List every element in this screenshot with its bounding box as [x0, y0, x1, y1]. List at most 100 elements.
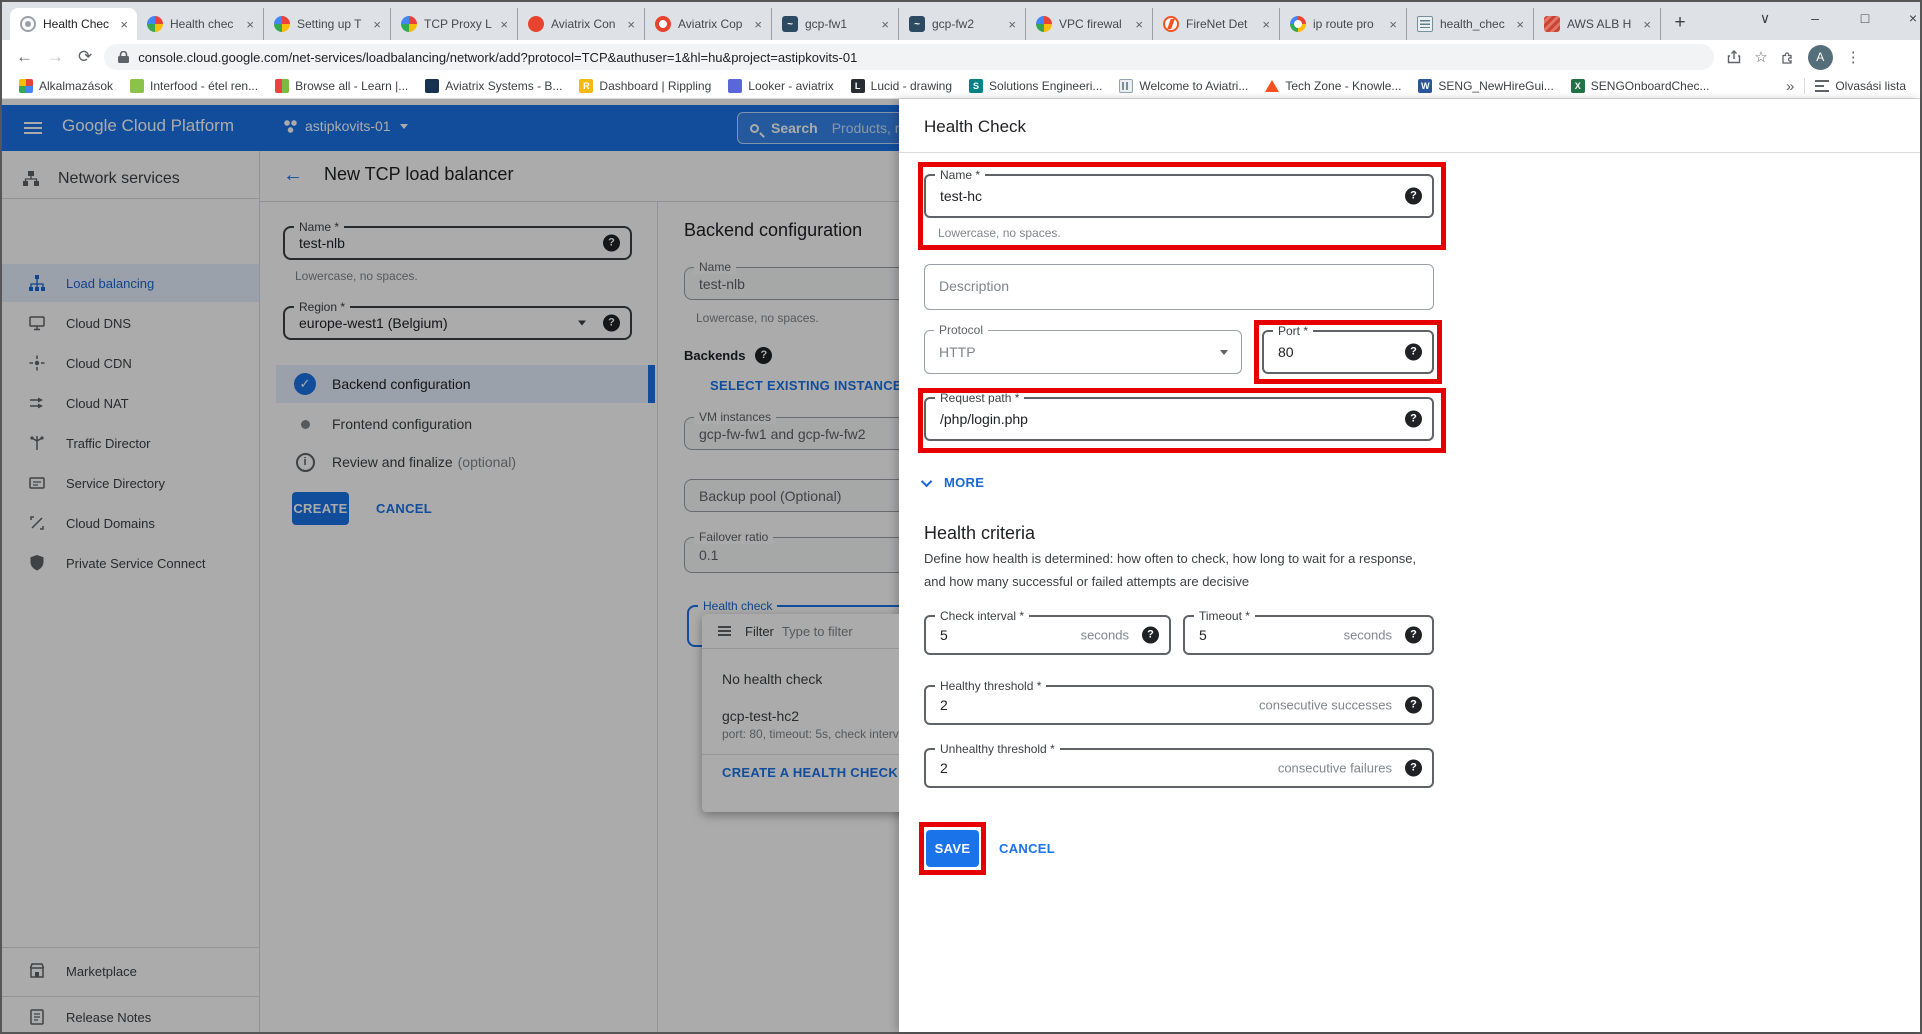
firenet-favicon	[1163, 16, 1179, 32]
gcp-console: Google Cloud Platform astipkovits-01 Sea…	[2, 99, 899, 1032]
hc-timeout-suffix: seconds	[1344, 628, 1392, 643]
help-icon[interactable]: ?	[1405, 697, 1422, 714]
chevron-down-icon	[921, 475, 932, 486]
aviatrix-favicon	[528, 16, 544, 32]
help-icon[interactable]: ?	[1405, 627, 1422, 644]
reading-list-button[interactable]: Olvasási lista	[1815, 79, 1906, 93]
bookmark-item[interactable]: Welcome to Aviatri...	[1119, 79, 1248, 93]
back-icon[interactable]: ←	[16, 47, 33, 67]
browser-tab[interactable]: Setting up T×	[264, 8, 391, 40]
browser-tab[interactable]: health_chec×	[1407, 8, 1534, 40]
cancel-button[interactable]: CANCEL	[999, 830, 1055, 867]
bookmark-item[interactable]: RDashboard | Rippling	[579, 79, 711, 93]
tab-close-icon[interactable]: ×	[878, 17, 892, 32]
browser-menu-icon[interactable]: ⋮	[1846, 48, 1861, 66]
tab-label: FireNet Det	[1186, 17, 1259, 31]
maximize-icon[interactable]: □	[1842, 2, 1888, 36]
save-button[interactable]: SAVE	[926, 830, 979, 867]
browser-tab[interactable]: Health Chec×	[10, 8, 137, 40]
browser-tab[interactable]: Health chec×	[137, 8, 264, 40]
page-content: Google Cloud Platform astipkovits-01 Sea…	[2, 99, 1920, 1032]
techzone-icon	[1265, 80, 1279, 92]
minimize-icon[interactable]: –	[1792, 2, 1838, 36]
hc-name-field[interactable]: Name * test-hc ?	[924, 174, 1434, 218]
hc-protocol-select[interactable]: Protocol HTTP	[924, 330, 1242, 374]
new-tab-button[interactable]: +	[1666, 10, 1694, 38]
tab-close-icon[interactable]: ×	[117, 17, 131, 32]
hc-request-path-field[interactable]: Request path * /php/login.php ?	[924, 397, 1434, 441]
hc-unhealthy-threshold-field[interactable]: Unhealthy threshold * 2 consecutive fail…	[924, 748, 1434, 788]
tab-label: VPC firewal	[1059, 17, 1132, 31]
forward-icon[interactable]: →	[47, 47, 64, 67]
tab-close-icon[interactable]: ×	[1513, 17, 1527, 32]
browser-tab[interactable]: FireNet Det×	[1153, 8, 1280, 40]
url-input[interactable]: console.cloud.google.com/net-services/lo…	[104, 44, 1714, 70]
chevron-down-icon[interactable]: ∨	[1742, 2, 1788, 36]
bookmarks-overflow-button[interactable]: »	[1776, 78, 1804, 95]
modal-scrim[interactable]	[2, 99, 899, 1032]
browser-tab[interactable]: ~gcp-fw2×	[899, 8, 1026, 40]
bookmark-item[interactable]: SSolutions Engineeri...	[969, 79, 1102, 93]
browser-tab[interactable]: ~gcp-fw1×	[772, 8, 899, 40]
reload-icon[interactable]: ⟳	[78, 47, 92, 67]
close-icon[interactable]: ×	[1890, 2, 1922, 36]
hc-request-path-value: /php/login.php	[940, 411, 1028, 427]
help-icon[interactable]: ?	[1142, 627, 1159, 644]
bookmark-label: Alkalmazások	[39, 79, 113, 93]
aviatrix-favicon	[655, 16, 671, 32]
help-icon[interactable]: ?	[1405, 411, 1422, 428]
tab-close-icon[interactable]: ×	[497, 17, 511, 32]
tab-close-icon[interactable]: ×	[243, 17, 257, 32]
hc-name-hint: Lowercase, no spaces.	[938, 226, 1061, 240]
tab-close-icon[interactable]: ×	[751, 17, 765, 32]
hc-healthy-threshold-field[interactable]: Healthy threshold * 2 consecutive succes…	[924, 685, 1434, 725]
bookmark-label: Dashboard | Rippling	[599, 79, 711, 93]
tab-close-icon[interactable]: ×	[1386, 17, 1400, 32]
bookmark-item[interactable]: Interfood - étel ren...	[130, 79, 258, 93]
hc-check-interval-field[interactable]: Check interval * 5 seconds ?	[924, 615, 1171, 655]
bookmark-item[interactable]: WSENG_NewHireGui...	[1418, 79, 1553, 93]
bookmark-label: Solutions Engineeri...	[989, 79, 1102, 93]
more-expander[interactable]: MORE	[924, 475, 984, 490]
bookmark-item[interactable]: LLucid - drawing	[851, 79, 952, 93]
tab-close-icon[interactable]: ×	[1640, 17, 1654, 32]
google-cloud-favicon	[1036, 16, 1052, 32]
browser-tab[interactable]: ip route pro×	[1280, 8, 1407, 40]
tab-close-icon[interactable]: ×	[1005, 17, 1019, 32]
url-text: console.cloud.google.com/net-services/lo…	[138, 50, 857, 65]
share-icon[interactable]	[1727, 50, 1741, 64]
bookmark-item[interactable]: Browse all - Learn |...	[275, 79, 408, 93]
bookmark-star-icon[interactable]: ☆	[1754, 48, 1767, 66]
bookmark-item[interactable]: Looker - aviatrix	[728, 79, 833, 93]
browser-tab[interactable]: TCP Proxy L×	[391, 8, 518, 40]
tab-close-icon[interactable]: ×	[624, 17, 638, 32]
help-icon[interactable]: ?	[1405, 188, 1422, 205]
chevron-down-icon	[1220, 350, 1228, 355]
bookmark-item[interactable]: Tech Zone - Knowle...	[1265, 79, 1401, 93]
hc-port-field[interactable]: Port * 80 ?	[1262, 330, 1434, 374]
browser-tab[interactable]: AWS ALB H×	[1534, 8, 1661, 40]
bookmark-item[interactable]: XSENGOnboardChec...	[1571, 79, 1710, 93]
bookmark-item[interactable]: Aviatrix Systems - B...	[425, 79, 562, 93]
browser-tab[interactable]: VPC firewal×	[1026, 8, 1153, 40]
tab-close-icon[interactable]: ×	[1259, 17, 1273, 32]
tab-close-icon[interactable]: ×	[1132, 17, 1146, 32]
hc-timeout-field[interactable]: Timeout * 5 seconds ?	[1183, 615, 1434, 655]
divider	[899, 152, 1920, 153]
tab-close-icon[interactable]: ×	[370, 17, 384, 32]
extensions-puzzle-icon[interactable]	[1781, 50, 1795, 64]
lucid-icon: L	[851, 79, 865, 93]
help-icon[interactable]: ?	[1405, 344, 1422, 361]
browser-tab[interactable]: Aviatrix Con×	[518, 8, 645, 40]
browser-window: Health Chec×Health chec×Setting up T×TCP…	[0, 0, 1922, 1034]
avatar[interactable]: A	[1808, 45, 1833, 70]
tab-label: gcp-fw2	[932, 17, 1005, 31]
hc-description-field[interactable]: Description	[924, 264, 1434, 310]
tab-label: health_chec	[1440, 17, 1513, 31]
hc-unhealthy-threshold-suffix: consecutive failures	[1278, 761, 1392, 776]
bookmark-item[interactable]: Alkalmazások	[19, 79, 113, 93]
browser-tab[interactable]: Aviatrix Cop×	[645, 8, 772, 40]
hc-timeout-value: 5	[1199, 627, 1207, 643]
divider	[1804, 78, 1805, 94]
help-icon[interactable]: ?	[1405, 760, 1422, 777]
